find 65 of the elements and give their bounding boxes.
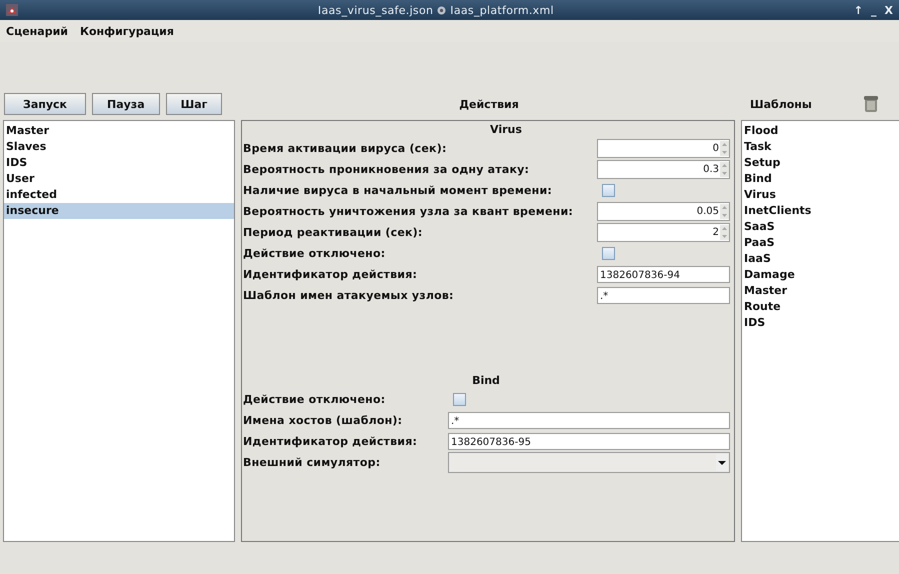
- list-item[interactable]: Master: [742, 283, 899, 299]
- list-item[interactable]: SaaS: [742, 219, 899, 235]
- list-item[interactable]: Setup: [742, 155, 899, 171]
- input-field[interactable]: 1382607836-95: [448, 433, 730, 450]
- menu-item[interactable]: Конфигурация: [80, 24, 174, 38]
- list-item[interactable]: Task: [742, 139, 899, 155]
- list-item[interactable]: infected: [4, 187, 234, 203]
- input-field[interactable]: .*: [448, 412, 730, 429]
- stepper-arrows-icon: [720, 225, 729, 240]
- caret-icon: [716, 454, 728, 471]
- list-item[interactable]: IDS: [742, 315, 899, 331]
- dropdown[interactable]: [448, 452, 730, 473]
- number-spinner[interactable]: 0: [597, 139, 730, 158]
- separator-icon: [437, 6, 446, 14]
- field-label: Время активации вируса (сек):: [243, 142, 448, 155]
- list-item[interactable]: InetClients: [742, 203, 899, 219]
- field-label: Внешний симулятор:: [243, 456, 382, 469]
- trash-icon[interactable]: [863, 95, 879, 113]
- list-item[interactable]: Slaves: [4, 139, 234, 155]
- checkbox[interactable]: [602, 247, 615, 260]
- list-item[interactable]: Flood: [742, 123, 899, 139]
- stepper-arrows-icon: [720, 141, 729, 156]
- list-item[interactable]: Route: [742, 299, 899, 315]
- list-item[interactable]: Master: [4, 123, 234, 139]
- window-control[interactable]: ↑: [854, 4, 864, 16]
- input-field[interactable]: 1382607836-94: [597, 266, 730, 283]
- stepper-arrows-icon: [720, 204, 729, 219]
- field-label: Вероятность уничтожения узла за квант времени:: [243, 205, 574, 218]
- list-item[interactable]: IaaS: [742, 251, 899, 267]
- number-spinner[interactable]: 0.3: [597, 160, 730, 179]
- field-label: Наличие вируса в начальный момент времени:: [243, 184, 553, 197]
- section-title: Virus: [489, 122, 523, 138]
- field-label: Идентификатор действия:: [243, 268, 418, 281]
- section-title: Bind: [471, 373, 501, 389]
- stepper-arrows-icon: [720, 162, 729, 177]
- window-control[interactable]: X: [884, 4, 893, 16]
- field-label: Шаблон имен атакуемых узлов:: [243, 289, 455, 302]
- number-spinner[interactable]: 2: [597, 223, 730, 242]
- field-label: Действие отключено:: [243, 247, 386, 260]
- number-spinner[interactable]: 0.05: [597, 202, 730, 221]
- checkbox[interactable]: [602, 184, 615, 197]
- toolbar-button[interactable]: Шаг: [166, 93, 222, 115]
- field-label: Вероятность проникновения за одну атаку:: [243, 163, 530, 176]
- panel-title: Шаблоны: [750, 98, 812, 110]
- list-item[interactable]: Virus: [742, 187, 899, 203]
- window-title: Iaas_platform.xml: [450, 4, 554, 16]
- window-control[interactable]: _: [871, 4, 877, 16]
- menu-item[interactable]: Сценарий: [6, 24, 68, 38]
- app-icon: [6, 4, 18, 16]
- toolbar-button[interactable]: Запуск: [4, 93, 86, 115]
- field-label: Действие отключено:: [243, 393, 386, 406]
- toolbar-button[interactable]: Пауза: [92, 93, 160, 115]
- checkbox[interactable]: [453, 393, 466, 406]
- field-label: Идентификатор действия:: [243, 435, 418, 448]
- input-field[interactable]: .*: [597, 287, 730, 304]
- field-label: Имена хостов (шаблон):: [243, 414, 404, 427]
- field-label: Период реактивации (сек):: [243, 226, 424, 239]
- list-item[interactable]: Bind: [742, 171, 899, 187]
- window-title: Iaas_virus_safe.json: [318, 4, 434, 16]
- list-item[interactable]: insecure: [4, 203, 234, 219]
- list-item[interactable]: PaaS: [742, 235, 899, 251]
- list-item[interactable]: IDS: [4, 155, 234, 171]
- list-item[interactable]: User: [4, 171, 234, 187]
- panel-title: Действия: [458, 98, 520, 110]
- list-item[interactable]: Damage: [742, 267, 899, 283]
